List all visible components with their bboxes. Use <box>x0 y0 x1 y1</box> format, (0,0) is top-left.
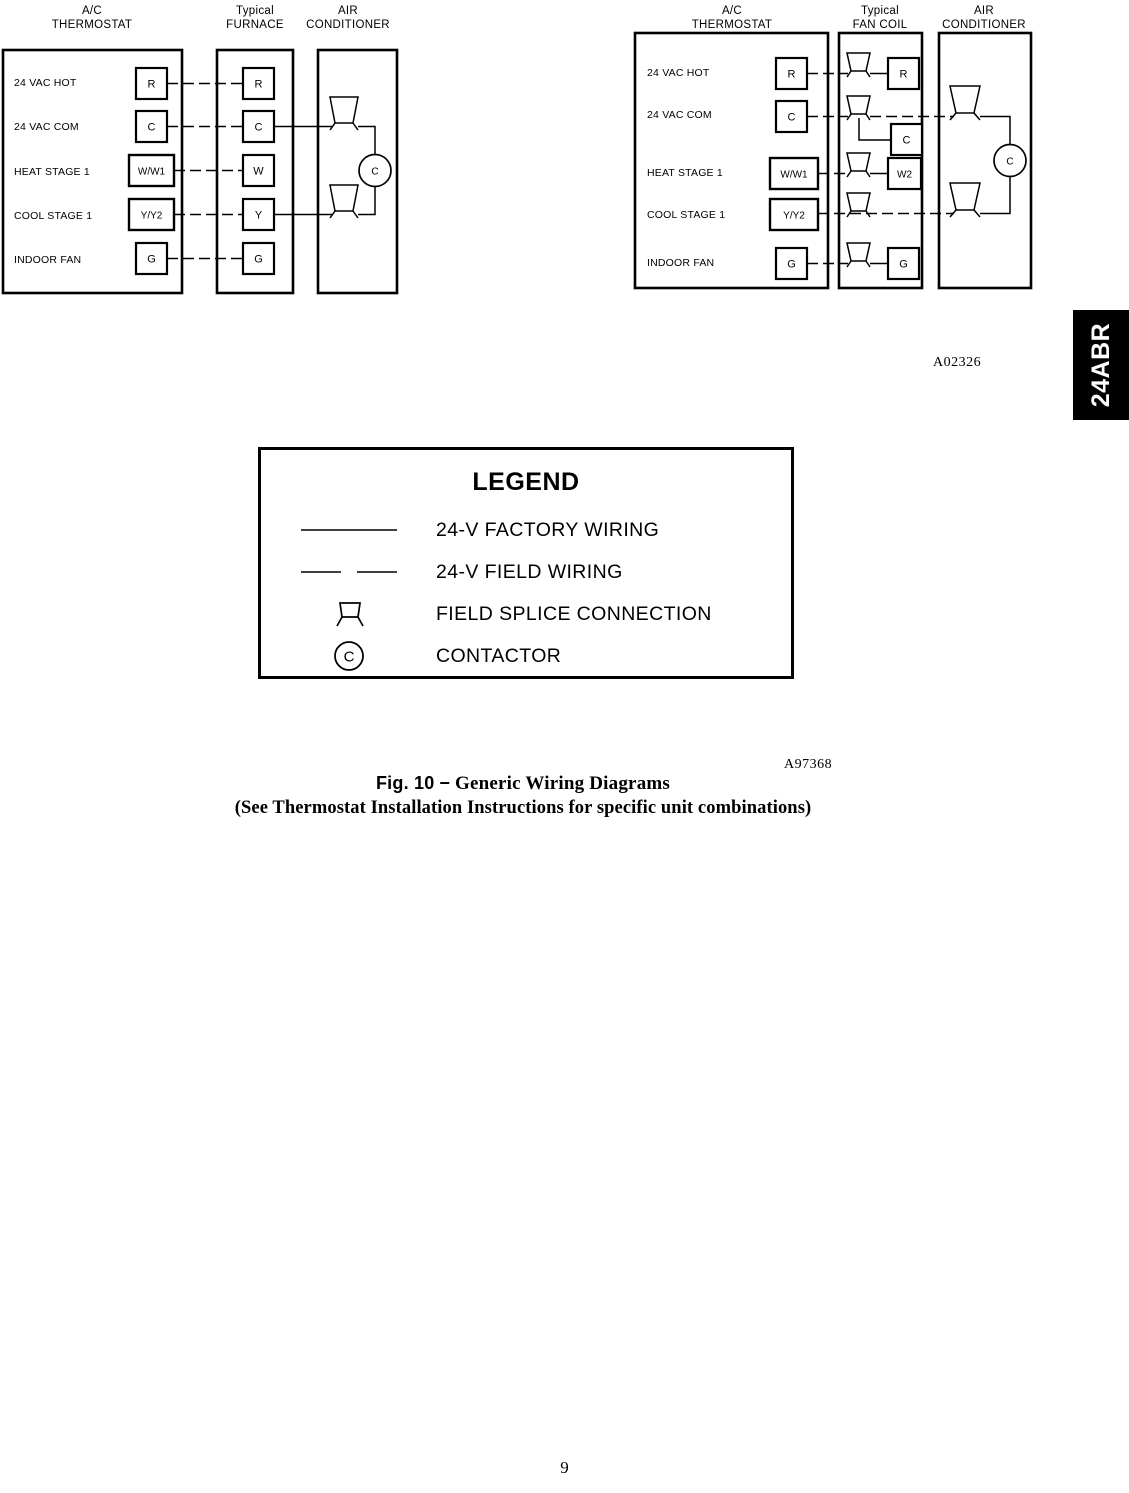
row-label-24vac-com: 24 VAC COM <box>647 109 712 121</box>
legend-item-field-wiring: 24-V FIELD WIRING <box>261 551 791 593</box>
legend-item-contactor: C CONTACTOR <box>261 635 791 677</box>
furnace-terminal-y-label: Y <box>255 210 263 222</box>
legend-label-field-wiring: 24-V FIELD WIRING <box>436 560 623 583</box>
field-splice-connection-upper <box>329 96 359 131</box>
thermostat-terminal-w-w1-label: W/W1 <box>138 167 166 178</box>
field-splice-connection-lower <box>329 184 359 219</box>
contactor-label: C <box>371 167 378 178</box>
field-splice-connection-ac-upper <box>949 85 981 121</box>
legend-item-factory-wiring: 24-V FACTORY WIRING <box>261 509 791 551</box>
figure-caption-line2: (See Thermostat Installation Instruction… <box>234 798 812 818</box>
legend-label-factory-wiring: 24-V FACTORY WIRING <box>436 518 660 541</box>
legend-label-contactor: CONTACTOR <box>436 644 562 667</box>
side-tab-label: 24ABR <box>1087 322 1115 408</box>
figure-caption: Fig. 10 − Generic Wiring Diagrams (See T… <box>0 773 1046 819</box>
unit-title-ac-line2: CONDITIONER <box>306 19 390 31</box>
thermostat-terminal-y-y2-label: Y/Y2 <box>141 211 163 222</box>
legend-panel: LEGEND 24-V FACTORY WIRING 24-V FIELD WI… <box>258 447 794 679</box>
wire-lower-splice-to-contactor <box>358 186 376 216</box>
fan-coil-terminal-w2-label: W2 <box>897 170 912 181</box>
unit-title-ac-line2: CONDITIONER <box>942 19 1026 31</box>
row-label-indoor-fan: INDOOR FAN <box>14 254 81 266</box>
figure-dash: − <box>439 773 451 793</box>
wire-c-splice-drop-to-fancoil-c <box>858 118 891 141</box>
splice-icon <box>261 597 436 631</box>
contactor-icon-glyph: C <box>343 649 354 666</box>
wiring-diagram-fan-coil: A/C THERMOSTAT Typical FAN COIL AIR COND… <box>620 0 1040 310</box>
figure-number: Fig. 10 <box>375 773 435 793</box>
unit-title-ac-line1: AIR <box>974 5 994 17</box>
wiring-diagram-furnace: A/C THERMOSTAT Typical FURNACE AIR CONDI… <box>0 0 420 310</box>
thermostat-terminal-y-y2-label: Y/Y2 <box>783 211 805 222</box>
wire-ac-upper-splice-to-contactor <box>980 115 1011 145</box>
thermostat-terminal-c-label: C <box>148 122 156 134</box>
legend-title: LEGEND <box>472 468 580 496</box>
field-splice-connection-ac-lower <box>949 182 981 218</box>
unit-title-fan-coil-line1: Typical <box>861 5 899 17</box>
document-page: A/C THERMOSTAT Typical FURNACE AIR CONDI… <box>0 0 1129 1493</box>
page-number: 9 <box>560 1458 569 1477</box>
figure-title: Generic Wiring Diagrams <box>455 773 671 794</box>
row-label-heat-stage-1: HEAT STAGE 1 <box>14 166 90 178</box>
legend-items: 24-V FACTORY WIRING 24-V FIELD WIRING FI… <box>261 509 791 677</box>
furnace-terminal-r-label: R <box>255 79 263 91</box>
contactor-icon: C <box>261 638 436 674</box>
furnace-terminal-c-label: C <box>255 122 263 134</box>
unit-title-thermostat-line1: A/C <box>82 5 102 17</box>
fan-coil-terminal-g-label: G <box>899 259 908 271</box>
row-label-cool-stage-1: COOL STAGE 1 <box>647 209 725 221</box>
thermostat-terminal-g-label: G <box>787 259 796 271</box>
field-splice-connection-g <box>846 242 871 268</box>
row-label-24vac-com: 24 VAC COM <box>14 121 79 133</box>
wire-ac-lower-splice-to-contactor <box>980 176 1011 215</box>
unit-title-ac-line1: AIR <box>338 5 358 17</box>
legend-item-field-splice: FIELD SPLICE CONNECTION <box>261 593 791 635</box>
field-splice-connection-w <box>846 152 871 178</box>
row-label-24vac-hot: 24 VAC HOT <box>647 67 710 79</box>
field-splice-connection-r <box>846 52 871 78</box>
unit-title-thermostat-line1: A/C <box>722 5 742 17</box>
fan-coil-terminal-r-label: R <box>900 69 908 81</box>
figure-caption-line1: Fig. 10 − Generic Wiring Diagrams <box>0 773 1046 795</box>
legend-label-field-splice: FIELD SPLICE CONNECTION <box>436 602 712 625</box>
unit-title-fan-coil-line2: FAN COIL <box>853 19 908 31</box>
field-splice-connection-c <box>846 95 871 121</box>
solid-line-icon <box>261 524 436 536</box>
wire-upper-splice-to-contactor <box>358 125 376 155</box>
contactor-label: C <box>1006 157 1013 168</box>
row-label-heat-stage-1: HEAT STAGE 1 <box>647 167 723 179</box>
row-label-24vac-hot: 24 VAC HOT <box>14 77 77 89</box>
thermostat-terminal-g-label: G <box>147 254 156 266</box>
unit-title-furnace-line2: FURNACE <box>226 19 284 31</box>
furnace-terminal-w-label: W <box>253 166 264 178</box>
unit-title-furnace-line1: Typical <box>236 5 274 17</box>
drawing-ref-code-fan-coil: A02326 <box>933 355 982 370</box>
row-label-indoor-fan: INDOOR FAN <box>647 257 714 269</box>
thermostat-terminal-w-w1-label: W/W1 <box>780 170 808 181</box>
row-label-cool-stage-1: COOL STAGE 1 <box>14 210 92 222</box>
furnace-terminal-g-label: G <box>254 254 263 266</box>
fan-coil-terminal-c-label: C <box>903 135 911 147</box>
dashed-line-icon <box>261 566 436 578</box>
thermostat-terminal-r-label: R <box>788 69 796 81</box>
thermostat-terminal-c-label: C <box>788 112 796 124</box>
unit-title-thermostat-line2: THERMOSTAT <box>52 19 133 31</box>
unit-title-thermostat-line2: THERMOSTAT <box>692 19 773 31</box>
drawing-ref-code-figure: A97368 <box>784 757 833 772</box>
thermostat-terminal-r-label: R <box>148 79 156 91</box>
side-tab-model: 24ABR <box>1073 310 1129 420</box>
